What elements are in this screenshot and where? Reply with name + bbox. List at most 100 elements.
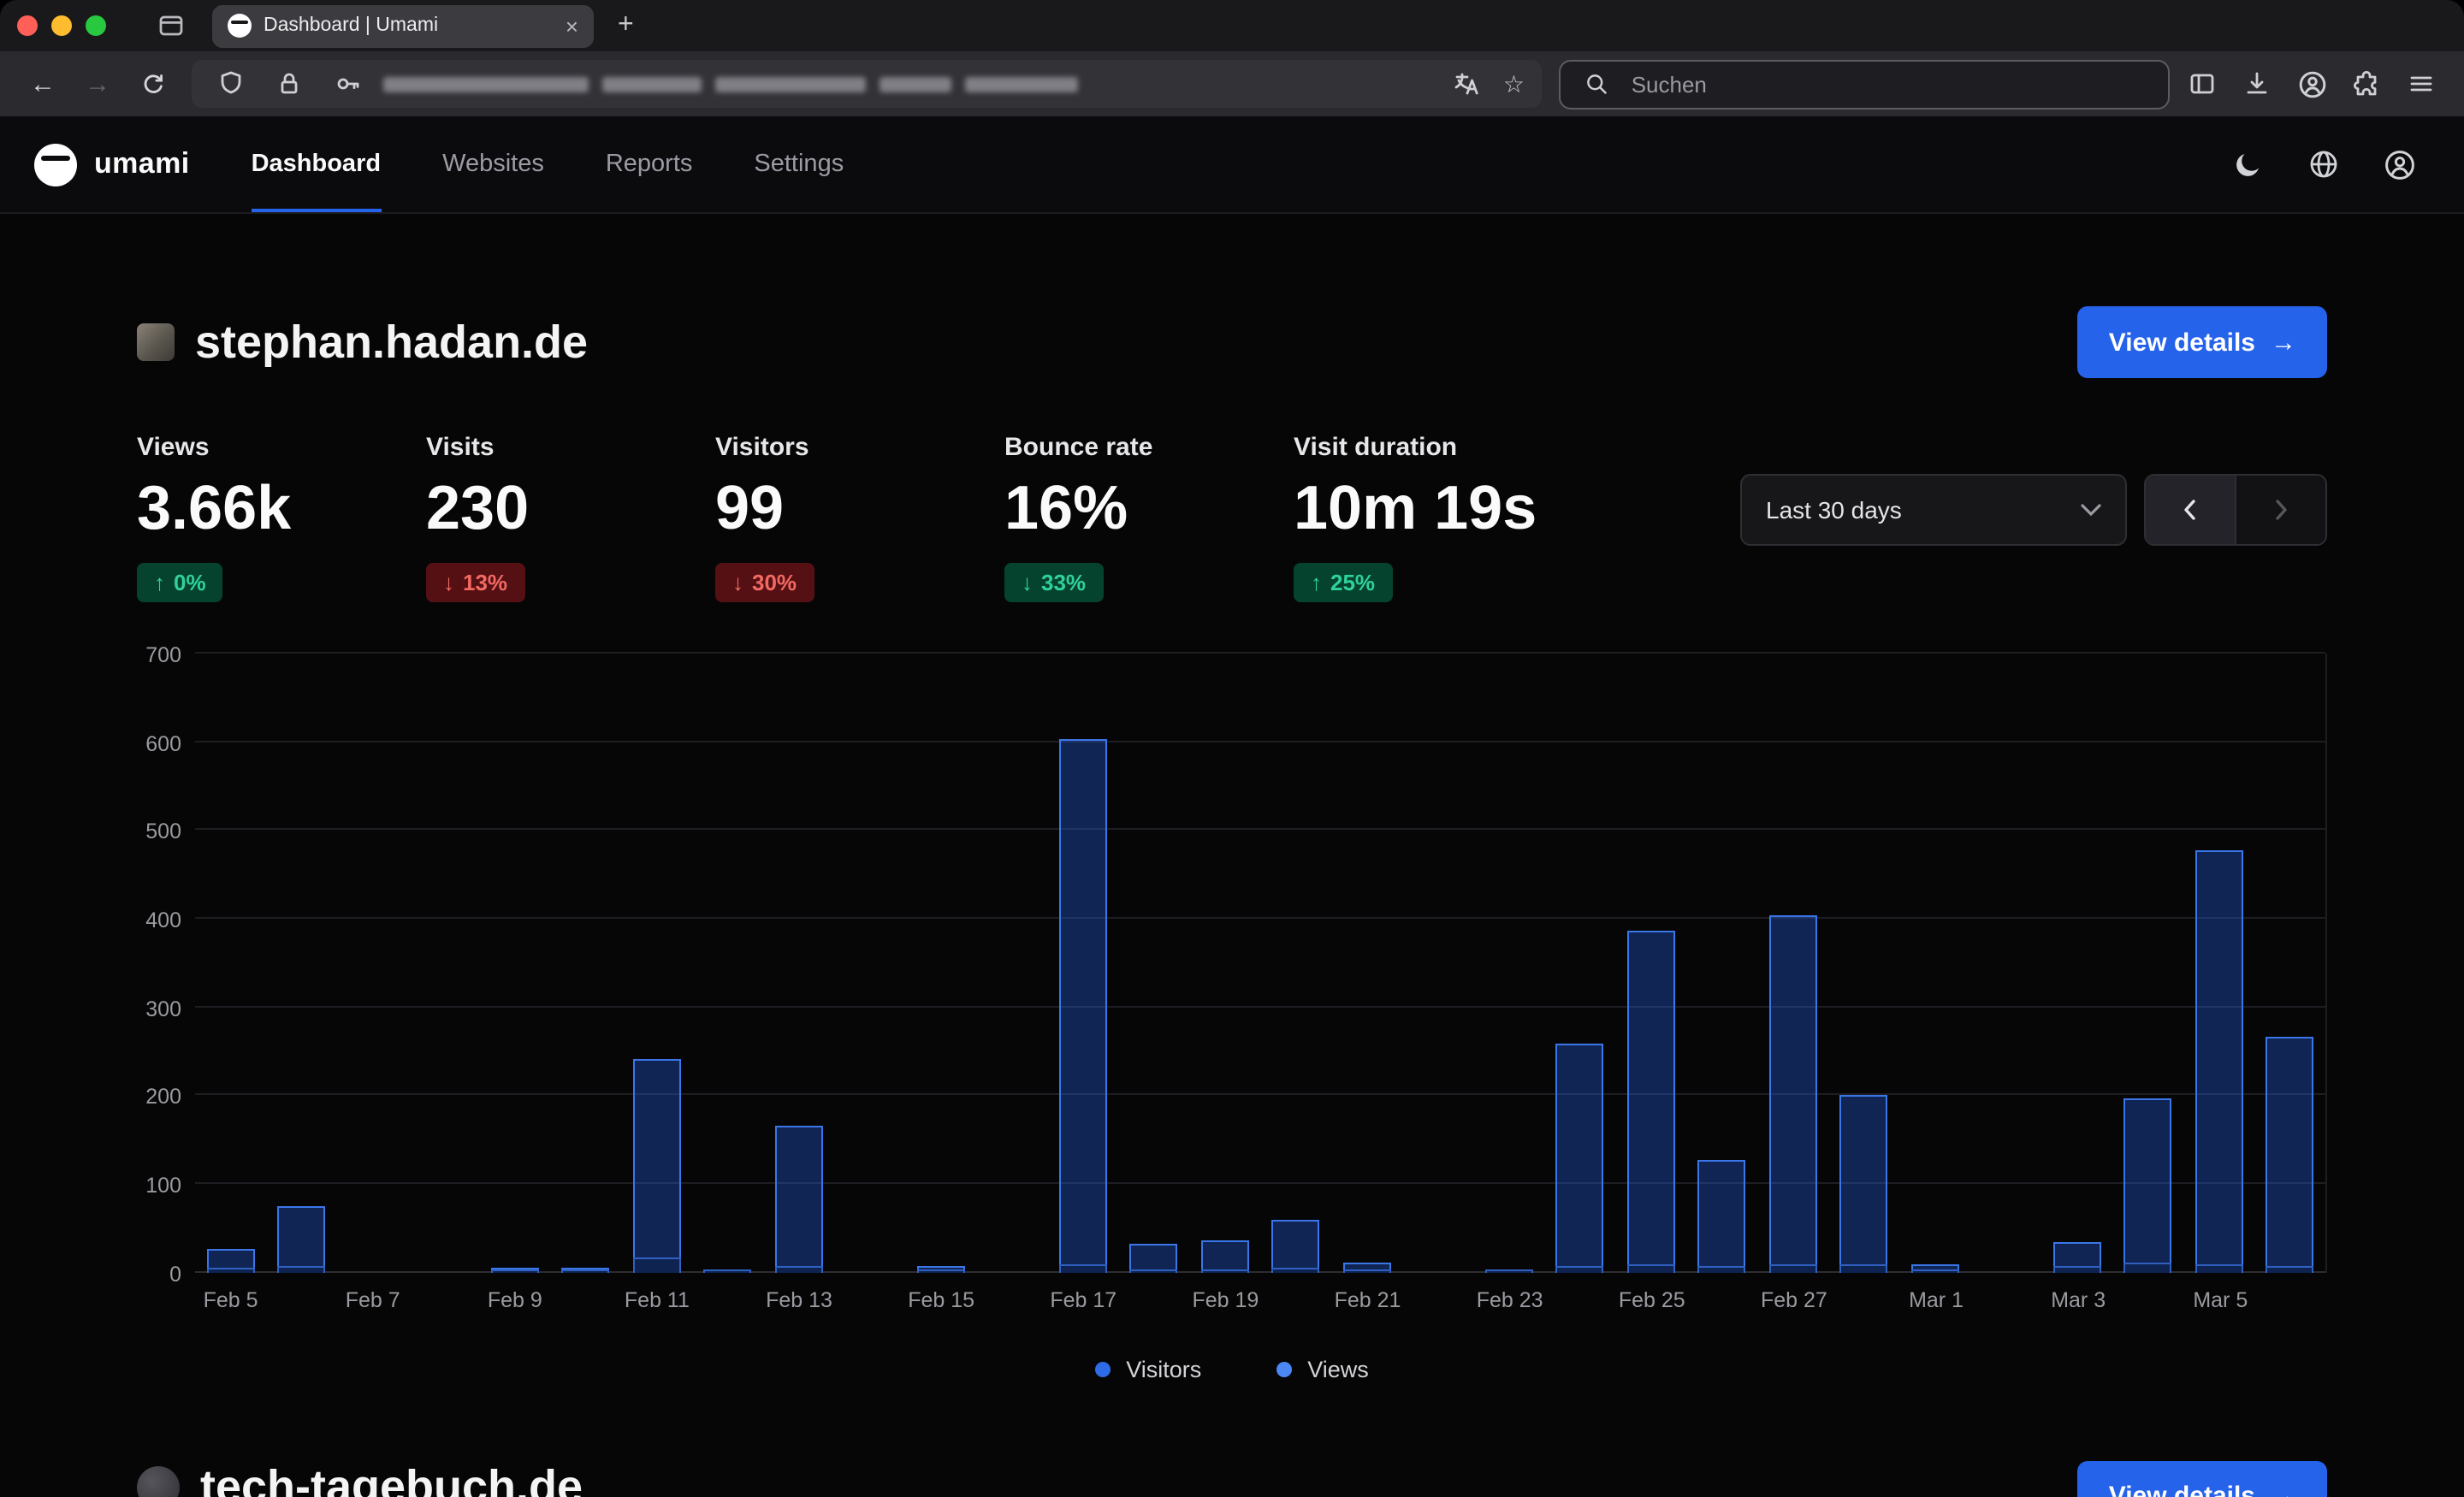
visitors-bar[interactable] — [632, 1257, 680, 1273]
lock-icon[interactable] — [267, 62, 311, 106]
visitors-bar[interactable] — [561, 1269, 609, 1273]
zoom-window-button[interactable] — [86, 15, 106, 36]
bar-slot[interactable] — [1118, 654, 1189, 1273]
nav-item-dashboard[interactable]: Dashboard — [252, 116, 382, 212]
views-bar[interactable] — [1555, 1044, 1603, 1273]
visitors-bar[interactable] — [703, 1269, 751, 1273]
close-window-button[interactable] — [17, 15, 38, 36]
bar-slot[interactable] — [1828, 654, 1899, 1273]
visitors-bar[interactable] — [1697, 1266, 1745, 1273]
visitors-bar[interactable] — [1910, 1269, 1958, 1273]
views-bar[interactable] — [1697, 1160, 1745, 1273]
profile-icon[interactable] — [2384, 148, 2416, 180]
back-button[interactable]: ← — [21, 62, 65, 106]
bar-slot[interactable] — [905, 654, 976, 1273]
bar-slot[interactable] — [621, 654, 692, 1273]
nav-item-settings[interactable]: Settings — [754, 116, 844, 212]
views-bar[interactable] — [2194, 850, 2242, 1273]
sidebar-panel-icon[interactable] — [2180, 62, 2224, 106]
search-bar[interactable] — [1559, 59, 2170, 109]
bar-slot[interactable] — [195, 654, 266, 1273]
bookmark-star-icon[interactable]: ☆ — [1503, 69, 1525, 98]
language-globe-icon[interactable] — [2308, 149, 2339, 180]
bar-slot[interactable] — [1686, 654, 1757, 1273]
visitors-bar[interactable] — [2123, 1263, 2171, 1273]
bar-slot[interactable] — [1260, 654, 1331, 1273]
views-bar[interactable] — [277, 1206, 325, 1273]
bar-slot[interactable] — [550, 654, 621, 1273]
nav-item-reports[interactable]: Reports — [606, 116, 693, 212]
views-bar[interactable] — [1200, 1240, 1248, 1273]
visitors-bar[interactable] — [1839, 1264, 1887, 1273]
minimize-window-button[interactable] — [51, 15, 72, 36]
views-bar[interactable] — [2266, 1037, 2313, 1273]
views-bar[interactable] — [1768, 915, 1816, 1273]
tab-close-icon[interactable]: × — [566, 15, 578, 37]
visitors-bar[interactable] — [1484, 1269, 1532, 1273]
bar-slot[interactable] — [1757, 654, 1828, 1273]
key-icon[interactable] — [325, 62, 370, 106]
view-details-button[interactable]: View details → — [2078, 306, 2327, 378]
visitors-bar[interactable] — [1058, 1264, 1106, 1273]
visitors-bar[interactable] — [1555, 1266, 1603, 1273]
bar-slot[interactable] — [337, 654, 408, 1273]
theme-moon-icon[interactable] — [2233, 149, 2264, 180]
views-bar[interactable] — [1058, 739, 1106, 1273]
account-icon[interactable] — [2289, 62, 2334, 106]
bar-slot[interactable] — [1331, 654, 1402, 1273]
bar-slot[interactable] — [2254, 654, 2325, 1273]
extensions-puzzle-icon[interactable] — [2344, 62, 2389, 106]
bar-slot[interactable] — [692, 654, 763, 1273]
bar-slot[interactable] — [1970, 654, 2041, 1273]
bar-slot[interactable] — [2112, 654, 2183, 1273]
menu-hamburger-icon[interactable] — [2399, 62, 2443, 106]
bar-slot[interactable] — [2041, 654, 2112, 1273]
firefox-view-icon[interactable] — [157, 12, 185, 39]
views-bar[interactable] — [774, 1126, 822, 1273]
visitors-bar[interactable] — [1342, 1269, 1390, 1273]
bar-slot[interactable] — [266, 654, 337, 1273]
bar-slot[interactable] — [834, 654, 905, 1273]
visitors-bar[interactable] — [1200, 1269, 1248, 1273]
brand[interactable]: umami — [34, 116, 190, 212]
reload-icon[interactable] — [130, 62, 175, 106]
prev-period-button[interactable] — [2146, 476, 2235, 544]
views-bar[interactable] — [632, 1059, 680, 1273]
new-tab-button[interactable]: + — [618, 10, 634, 41]
views-bar[interactable] — [2123, 1098, 2171, 1273]
translate-icon[interactable] — [1445, 62, 1490, 106]
bar-slot[interactable] — [408, 654, 479, 1273]
visitors-bar[interactable] — [1129, 1269, 1177, 1273]
visitors-bar[interactable] — [2266, 1266, 2313, 1273]
visitors-bar[interactable] — [1768, 1264, 1816, 1273]
views-bar[interactable] — [1271, 1220, 1319, 1273]
shield-icon[interactable] — [209, 62, 253, 106]
bar-slot[interactable] — [479, 654, 550, 1273]
bar-slot[interactable] — [2183, 654, 2254, 1273]
bar-slot[interactable] — [1615, 654, 1686, 1273]
search-input[interactable] — [1628, 69, 2153, 98]
visitors-bar[interactable] — [916, 1269, 964, 1273]
bar-slot[interactable] — [976, 654, 1047, 1273]
bar-slot[interactable] — [1899, 654, 1970, 1273]
views-bar[interactable] — [1129, 1244, 1177, 1273]
visitors-bar[interactable] — [774, 1266, 822, 1273]
visitors-bar[interactable] — [1626, 1264, 1674, 1273]
bar-slot[interactable] — [763, 654, 834, 1273]
bar-slot[interactable] — [1402, 654, 1473, 1273]
legend-item-views[interactable]: Views — [1276, 1357, 1369, 1382]
bar-slot[interactable] — [1047, 654, 1118, 1273]
visitors-bar[interactable] — [1271, 1268, 1319, 1273]
views-bar[interactable] — [1626, 931, 1674, 1273]
legend-item-visitors[interactable]: Visitors — [1095, 1357, 1201, 1382]
bar-slot[interactable] — [1189, 654, 1260, 1273]
date-range-select[interactable]: Last 30 days — [1740, 474, 2127, 546]
visitors-bar[interactable] — [490, 1269, 538, 1273]
views-bar[interactable] — [1839, 1095, 1887, 1273]
url-bar[interactable]: ☆ — [192, 60, 1542, 108]
bar-slot[interactable] — [1544, 654, 1615, 1273]
visitors-bar[interactable] — [206, 1268, 254, 1273]
downloads-icon[interactable] — [2235, 62, 2279, 106]
visitors-bar[interactable] — [2052, 1266, 2100, 1273]
nav-item-websites[interactable]: Websites — [442, 116, 544, 212]
